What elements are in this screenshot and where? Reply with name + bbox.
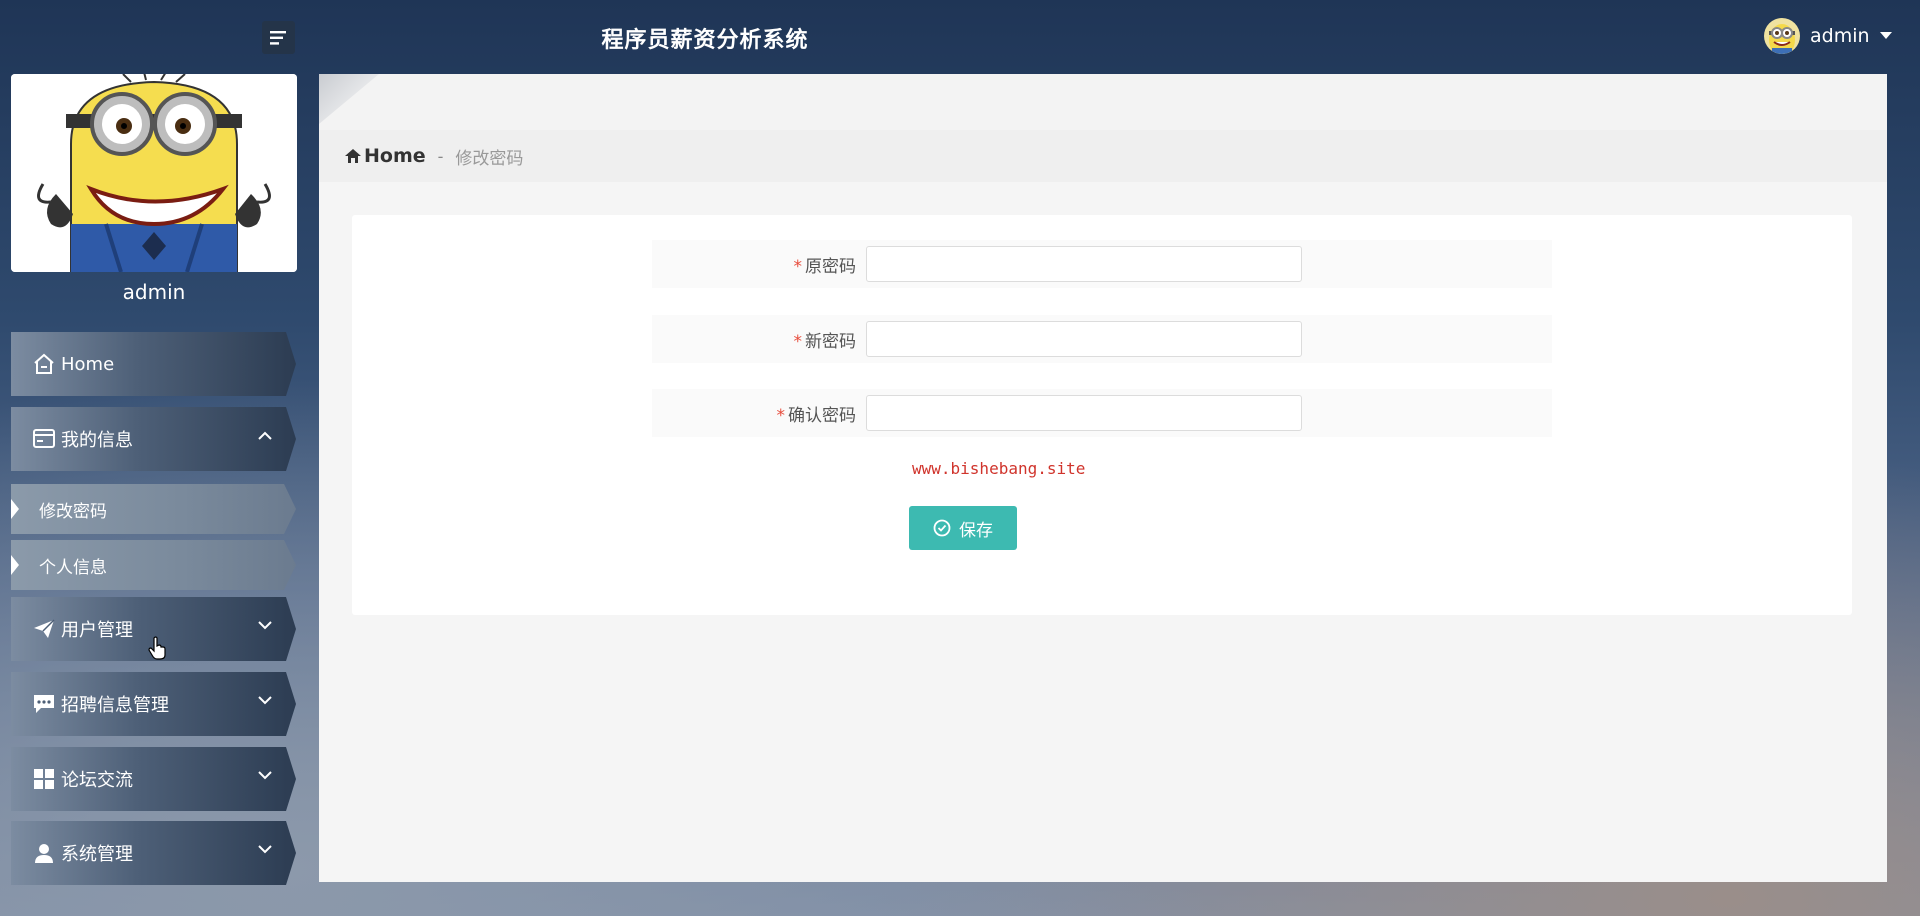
avatar [1764, 18, 1800, 54]
chevron-down-icon [258, 696, 272, 705]
sidebar-item-home[interactable]: Home [11, 332, 296, 396]
comment-icon [31, 691, 57, 717]
content-header [319, 74, 1887, 130]
chevron-down-icon [258, 845, 272, 854]
paper-plane-icon [31, 616, 57, 642]
password-form-card: * 原密码 * 新密码 * 确认密码 www.bishebang.site 保存 [352, 215, 1852, 615]
sidebar-item-label: 论坛交流 [61, 770, 133, 791]
system-title: 程序员薪资分析系统 [601, 28, 809, 53]
hamburger-icon [269, 30, 286, 45]
watermark-text: www.bishebang.site [912, 459, 1086, 478]
old-password-label: * 原密码 [652, 252, 866, 277]
form-row-old-password: * 原密码 [652, 240, 1552, 288]
field-label-text: 确认密码 [788, 405, 856, 426]
profile-name: admin [122, 280, 186, 304]
field-label-text: 原密码 [805, 256, 856, 277]
chevron-up-icon [258, 431, 272, 440]
sidebar-item-system-management[interactable]: 系统管理 [11, 821, 296, 885]
sidebar-item-label: 我的信息 [61, 430, 133, 451]
id-card-icon [31, 426, 57, 452]
sidebar-subitem-label: 个人信息 [39, 557, 107, 578]
home-icon [345, 149, 361, 163]
home-icon [31, 351, 57, 377]
breadcrumb-separator: - [437, 146, 444, 166]
sidebar-subitem-label: 修改密码 [39, 501, 107, 522]
breadcrumb-home-link[interactable]: Home [345, 145, 426, 167]
sidebar-item-my-info[interactable]: 我的信息 [11, 407, 296, 471]
sidebar-item-forum[interactable]: 论坛交流 [11, 747, 296, 811]
grid-icon [31, 766, 57, 792]
active-marker [11, 499, 19, 519]
sidebar-item-recruitment[interactable]: 招聘信息管理 [11, 672, 296, 736]
confirm-password-input[interactable] [866, 395, 1302, 431]
caret-down-icon [1879, 32, 1892, 39]
top-bar: 程序员薪资分析系统 admin [0, 0, 1920, 74]
username-label: admin [1810, 25, 1870, 47]
chevron-down-icon [258, 771, 272, 780]
form-row-confirm-password: * 确认密码 [652, 389, 1552, 437]
user-menu[interactable]: admin [1764, 18, 1892, 54]
breadcrumb-home-label: Home [364, 145, 426, 167]
new-password-input[interactable] [866, 321, 1302, 357]
required-mark: * [776, 405, 786, 426]
confirm-password-label: * 确认密码 [652, 401, 866, 426]
save-button[interactable]: 保存 [909, 506, 1017, 550]
breadcrumb: Home - 修改密码 [319, 130, 1887, 182]
check-circle-icon [933, 519, 951, 537]
main-content: Home - 修改密码 * 原密码 * 新密码 * 确认密码 www.bisheban… [319, 74, 1887, 882]
breadcrumb-current: 修改密码 [455, 148, 524, 169]
form-row-new-password: * 新密码 [652, 315, 1552, 363]
sidebar-subitem-personal-info[interactable]: 个人信息 [11, 540, 296, 590]
required-mark: * [793, 331, 803, 352]
sidebar-item-label: Home [61, 353, 115, 375]
page-fold-decoration [319, 74, 379, 124]
chevron-down-icon [258, 621, 272, 630]
submenu-marker [11, 555, 19, 575]
sidebar-item-label: 招聘信息管理 [61, 695, 169, 716]
field-label-text: 新密码 [805, 331, 856, 352]
sidebar: admin Home 我的信息 修改密码 个人信息 用户管理 招聘信息管理 论坛… [0, 74, 300, 916]
sidebar-item-label: 系统管理 [61, 844, 133, 865]
profile-image [11, 74, 297, 272]
save-button-label: 保存 [959, 520, 993, 541]
menu-toggle-button[interactable] [262, 21, 295, 54]
user-icon [31, 840, 57, 866]
sidebar-subitem-change-password[interactable]: 修改密码 [11, 484, 296, 534]
hand-cursor-icon [148, 636, 166, 660]
old-password-input[interactable] [866, 246, 1302, 282]
new-password-label: * 新密码 [652, 327, 866, 352]
required-mark: * [793, 256, 803, 277]
sidebar-item-label: 用户管理 [61, 620, 133, 641]
